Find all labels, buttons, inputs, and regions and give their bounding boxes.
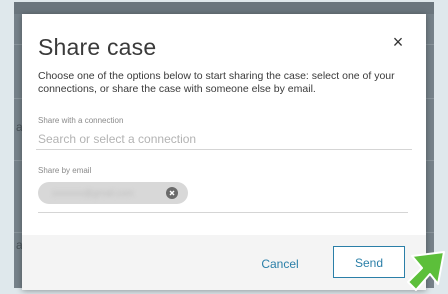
dialog-title: Share case [38, 34, 157, 60]
connection-field-label: Share with a connection [38, 116, 124, 125]
email-field-underline [38, 212, 408, 213]
dialog-footer: Cancel Send [22, 235, 426, 290]
close-icon[interactable]: × [390, 33, 406, 51]
share-case-dialog: Share case × Choose one of the options b… [22, 14, 426, 290]
connection-search-input[interactable] [36, 129, 412, 150]
email-field-label: Share by email [38, 166, 92, 175]
frame-edge [0, 0, 14, 294]
email-chip[interactable]: xxxxxxx@gmail.com [38, 182, 188, 204]
frame-edge [0, 0, 448, 2]
cancel-button[interactable]: Cancel [250, 252, 310, 276]
send-button[interactable]: Send [333, 246, 405, 278]
remove-chip-icon[interactable] [166, 187, 178, 199]
email-chip-value: xxxxxxx@gmail.com [52, 188, 134, 198]
dialog-intro-text: Choose one of the options below to start… [38, 70, 395, 95]
arrow-pointer-icon [407, 251, 445, 291]
background-header [0, 0, 448, 14]
